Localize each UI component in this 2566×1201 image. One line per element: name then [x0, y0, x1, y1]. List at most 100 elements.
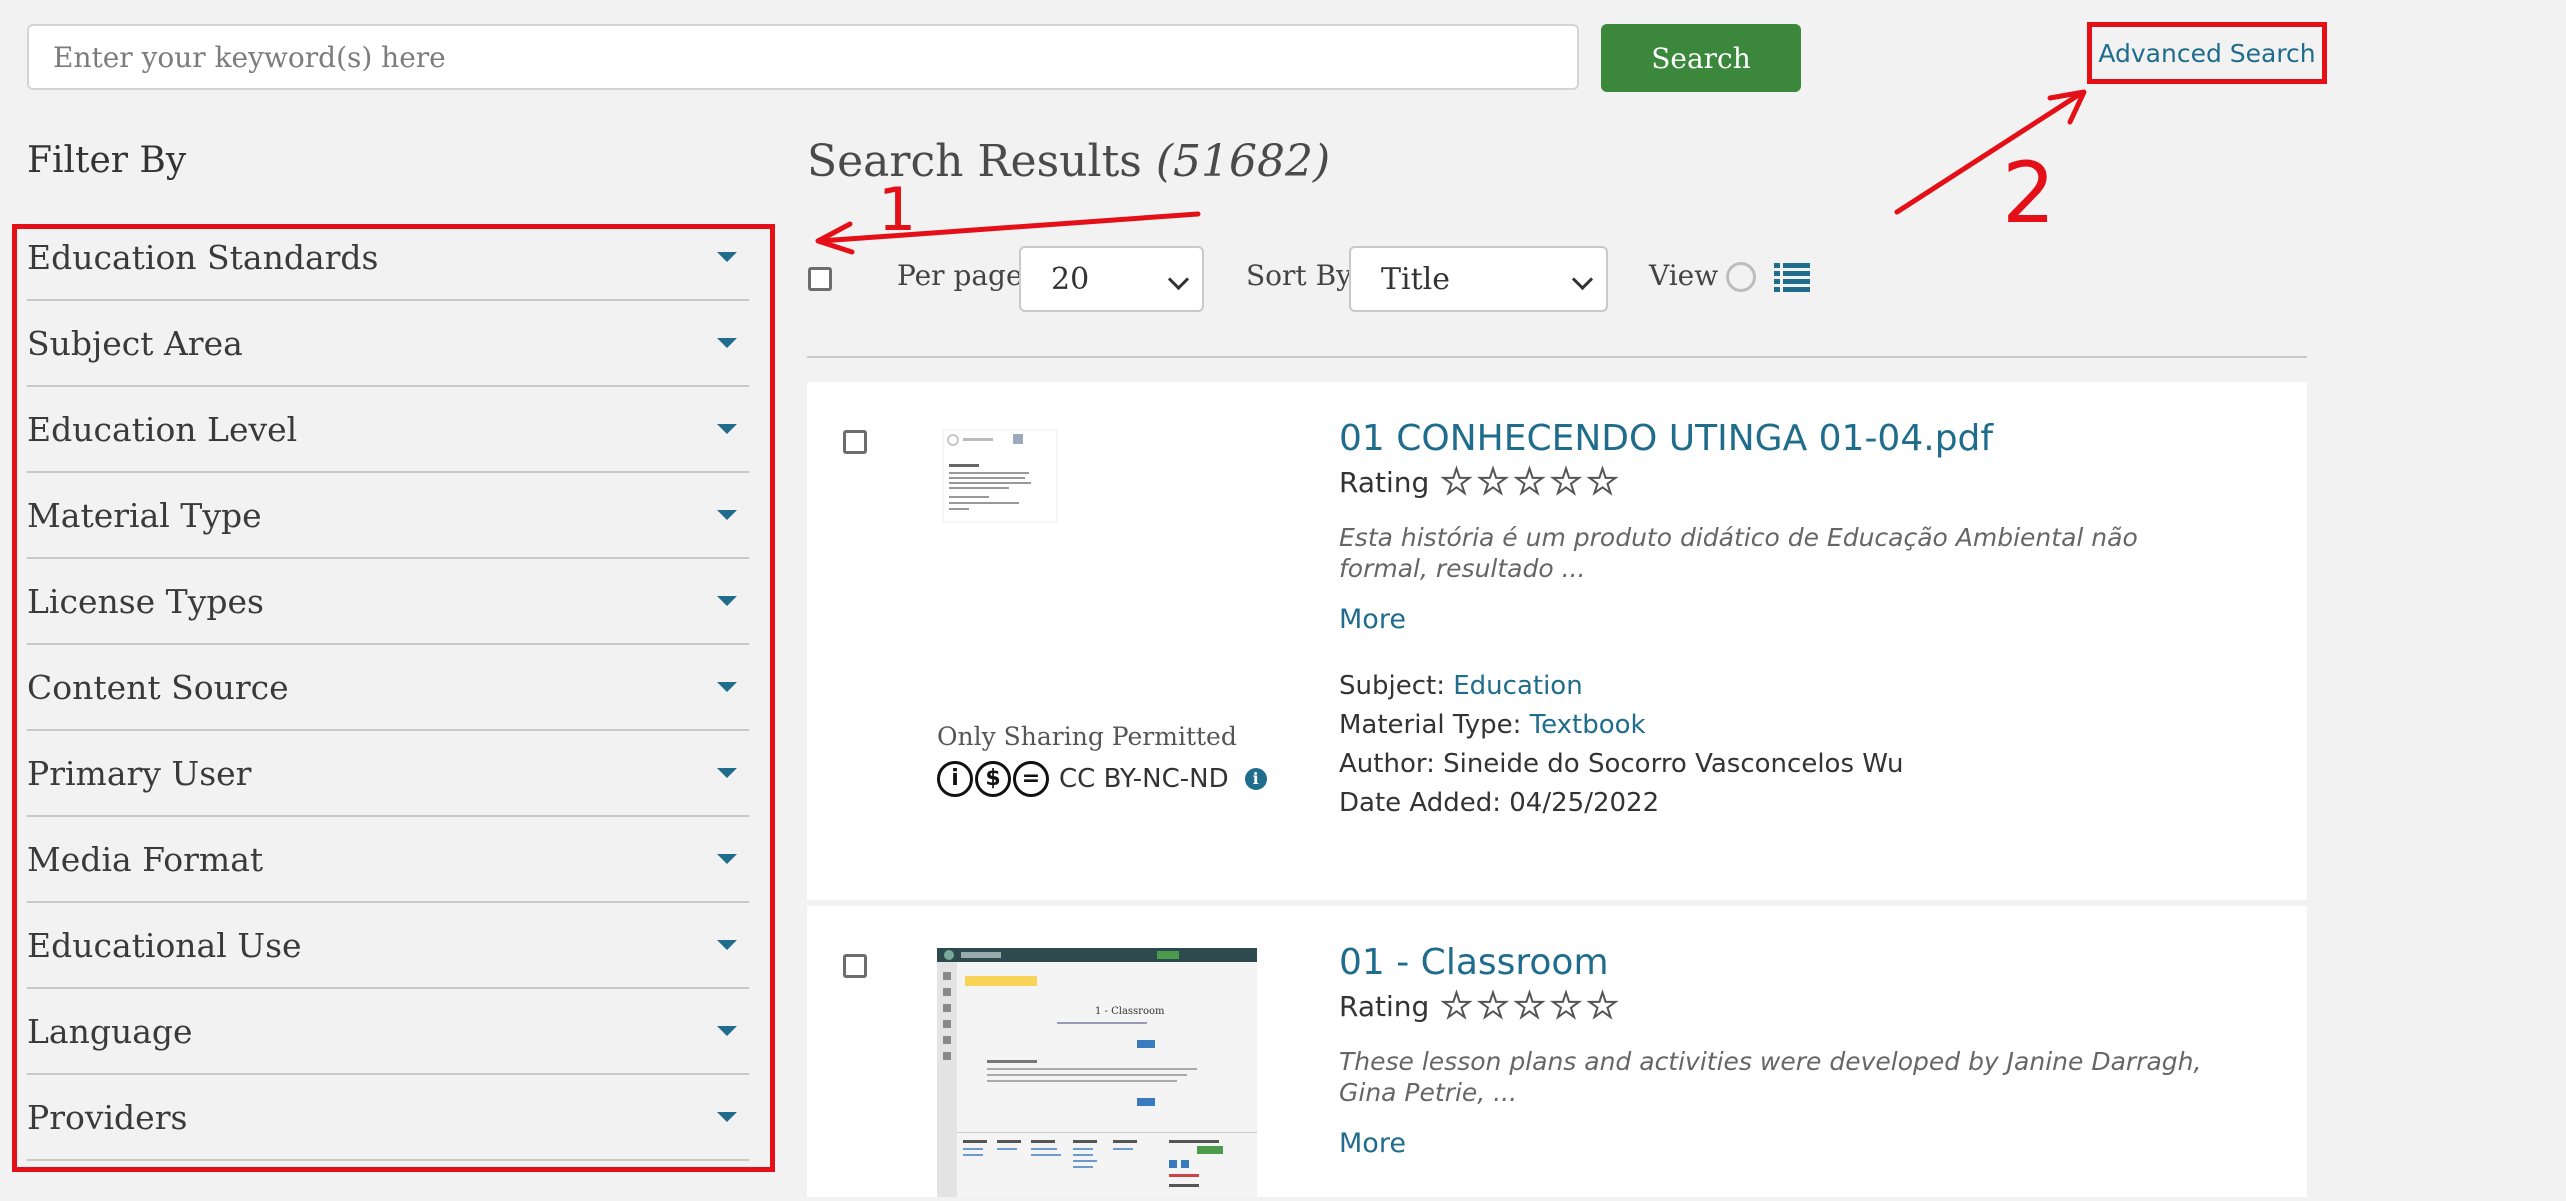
result-description: These lesson plans and activities were d…: [1339, 1047, 2202, 1107]
filter-label: Education Level: [27, 409, 298, 449]
cc-by-icon: i: [937, 761, 973, 797]
annotation-label-2: 2: [2002, 144, 2055, 242]
list-view-icon[interactable]: [1774, 262, 1810, 292]
more-link[interactable]: More: [1339, 604, 1406, 635]
star-icon[interactable]: ★: [1440, 985, 1473, 1027]
results-title: Search Results: [807, 136, 1142, 187]
cc-nd-icon: =: [1013, 761, 1049, 797]
star-icon[interactable]: ★: [1477, 461, 1510, 503]
result-thumbnail[interactable]: 1 - Classroom: [937, 948, 1257, 1197]
filter-label: Subject Area: [27, 323, 243, 363]
rating-label: Rating: [1339, 465, 1430, 499]
rating-row: Rating ★ ★ ★ ★ ★: [1339, 461, 1619, 503]
material-link[interactable]: Textbook: [1530, 710, 1646, 740]
caret-down-icon: [717, 1026, 737, 1036]
star-icon[interactable]: ★: [1513, 461, 1546, 503]
filter-label: Content Source: [27, 667, 289, 707]
date-added-row: Date Added: 04/25/2022: [1339, 788, 1660, 818]
license-badge: i $ = CC BY-NC-ND i: [937, 761, 1267, 797]
rating-row: Rating ★ ★ ★ ★ ★: [1339, 985, 1619, 1027]
result-thumbnail[interactable]: [941, 428, 1059, 524]
result-card: 1 - Classroom 01 - Classroom Rating ★ ★ ★ ★…: [807, 906, 2307, 1197]
subject-label: Subject:: [1339, 671, 1445, 701]
results-count: (51682): [1155, 136, 1331, 187]
filter-primary-user[interactable]: Primary User: [27, 731, 749, 817]
star-icon[interactable]: ★: [1550, 461, 1583, 503]
search-input[interactable]: [27, 24, 1579, 90]
filter-media-format[interactable]: Media Format: [27, 817, 749, 903]
filter-label: Providers: [27, 1097, 188, 1137]
star-icon[interactable]: ★: [1477, 985, 1510, 1027]
rating-stars[interactable]: ★ ★ ★ ★ ★: [1435, 985, 1619, 1027]
chevron-down-icon: [1167, 268, 1190, 291]
rating-label: Rating: [1339, 989, 1430, 1023]
caret-down-icon: [717, 768, 737, 778]
caret-down-icon: [717, 940, 737, 950]
filter-label: Material Type: [27, 495, 262, 535]
star-icon[interactable]: ★: [1586, 985, 1619, 1027]
subject-row: Subject: Education: [1339, 667, 1904, 706]
star-icon[interactable]: ★: [1550, 985, 1583, 1027]
filter-label: License Types: [27, 581, 264, 621]
star-icon[interactable]: ★: [1513, 985, 1546, 1027]
caret-down-icon: [717, 682, 737, 692]
caret-down-icon: [717, 252, 737, 262]
filter-education-level[interactable]: Education Level: [27, 387, 749, 473]
result-metadata: Subject: Education Material Type: Textbo…: [1339, 667, 1904, 823]
filter-label: Language: [27, 1011, 193, 1051]
info-icon[interactable]: i: [1244, 768, 1267, 790]
filter-education-standards[interactable]: Education Standards: [27, 215, 749, 301]
filter-language[interactable]: Language: [27, 989, 749, 1075]
caret-down-icon: [717, 854, 737, 864]
sort-by-value: Title: [1381, 261, 1451, 297]
author-row: Author: Sineide do Socorro Vasconcelos W…: [1339, 749, 1904, 779]
material-label: Material Type:: [1339, 710, 1522, 740]
filter-label: Education Standards: [27, 237, 379, 277]
rating-stars[interactable]: ★ ★ ★ ★ ★: [1435, 461, 1619, 503]
per-page-select[interactable]: 20: [1019, 246, 1204, 312]
chevron-down-icon: [1571, 268, 1594, 291]
advanced-search-link[interactable]: Advanced Search: [2087, 22, 2327, 84]
filter-by-heading: Filter By: [27, 140, 187, 181]
subject-link[interactable]: Education: [1453, 671, 1582, 701]
star-icon[interactable]: ★: [1440, 461, 1473, 503]
result-title-link[interactable]: 01 - Classroom: [1339, 942, 1609, 983]
caret-down-icon: [717, 338, 737, 348]
result-description: Esta história é um produto didático de E…: [1339, 523, 2138, 583]
thumb-heading: 1 - Classroom: [1095, 1006, 1165, 1017]
per-page-value: 20: [1051, 261, 1090, 297]
view-label: View: [1649, 259, 1719, 292]
filter-label: Media Format: [27, 839, 264, 879]
license-note: Only Sharing Permitted: [937, 722, 1237, 751]
result-checkbox[interactable]: [843, 954, 867, 978]
annotation-arrow-2: [1894, 89, 2087, 215]
caret-down-icon: [717, 596, 737, 606]
star-icon[interactable]: ★: [1586, 461, 1619, 503]
license-name: CC BY-NC-ND: [1059, 764, 1229, 794]
filter-providers[interactable]: Providers: [27, 1075, 749, 1161]
filter-content-source[interactable]: Content Source: [27, 645, 749, 731]
result-card: Only Sharing Permitted i $ = CC BY-NC-ND…: [807, 382, 2307, 900]
filter-label: Educational Use: [27, 925, 302, 965]
results-heading: Search Results (51682): [807, 136, 1330, 187]
filter-label: Primary User: [27, 753, 252, 793]
more-link[interactable]: More: [1339, 1128, 1406, 1159]
result-checkbox[interactable]: [843, 430, 867, 454]
caret-down-icon: [717, 510, 737, 520]
grid-view-radio-icon[interactable]: [1726, 262, 1756, 292]
filter-educational-use[interactable]: Educational Use: [27, 903, 749, 989]
caret-down-icon: [717, 424, 737, 434]
per-page-label: Per page: [897, 259, 1023, 292]
filter-material-type[interactable]: Material Type: [27, 473, 749, 559]
cc-nc-icon: $: [975, 761, 1011, 797]
material-row: Material Type: Textbook: [1339, 706, 1904, 745]
sort-by-label: Sort By: [1246, 259, 1352, 292]
select-all-checkbox[interactable]: [808, 267, 832, 291]
results-divider: [807, 356, 2307, 358]
filter-license-types[interactable]: License Types: [27, 559, 749, 645]
search-button[interactable]: Search: [1601, 24, 1801, 92]
result-title-link[interactable]: 01 CONHECENDO UTINGA 01-04.pdf: [1339, 418, 1993, 459]
sort-by-select[interactable]: Title: [1349, 246, 1608, 312]
caret-down-icon: [717, 1112, 737, 1122]
filter-subject-area[interactable]: Subject Area: [27, 301, 749, 387]
